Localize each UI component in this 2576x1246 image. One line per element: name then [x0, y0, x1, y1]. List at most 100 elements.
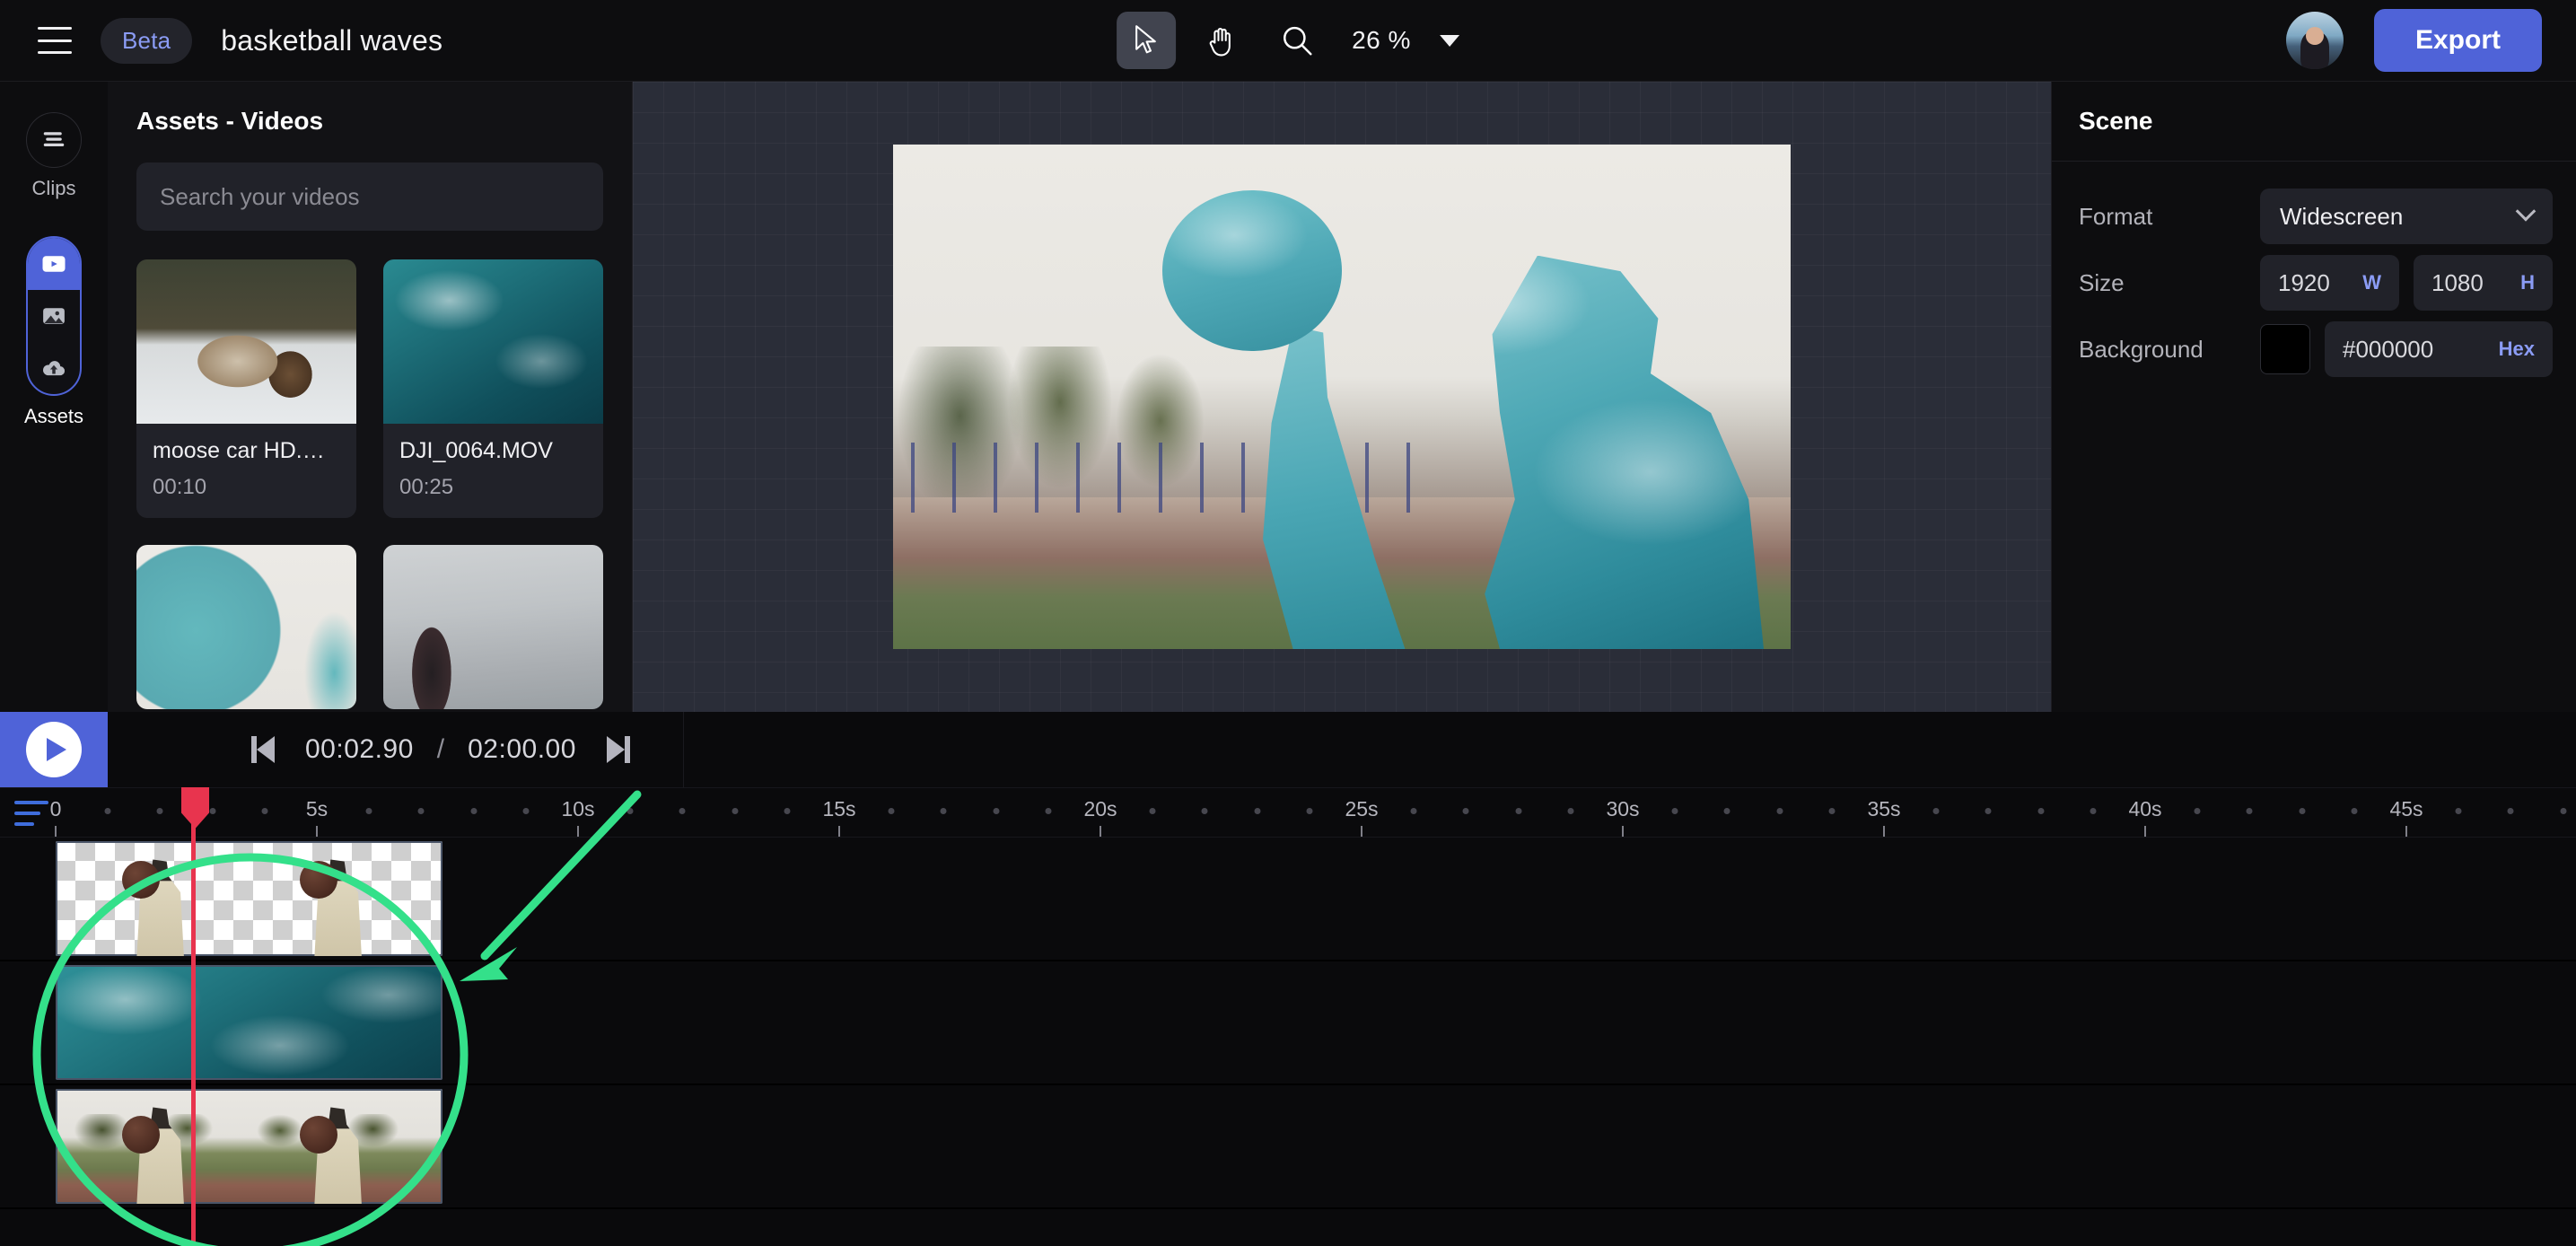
skip-forward-icon[interactable]: [600, 736, 630, 763]
assets-panel: Assets - Videos moose car HD.mp4 00:10 D…: [108, 82, 633, 712]
timeline-clip[interactable]: [56, 1089, 442, 1204]
total-time: 02:00.00: [468, 734, 576, 764]
table-row[interactable]: [0, 961, 2576, 1085]
ruler-tick-major: [838, 826, 840, 837]
asset-card[interactable]: DJI_0064.MOV 00:25: [383, 259, 603, 518]
video-icon: [42, 256, 66, 272]
ruler-tick-minor: [1254, 808, 1261, 814]
asset-card[interactable]: [383, 545, 603, 709]
preview-canvas[interactable]: [633, 82, 2051, 712]
image-icon: [43, 308, 65, 324]
table-row[interactable]: [0, 1085, 2576, 1209]
page-title[interactable]: basketball waves: [221, 24, 442, 57]
ruler-tick-minor: [2507, 808, 2514, 814]
size-label: Size: [2079, 268, 2125, 296]
asset-card[interactable]: [136, 545, 356, 709]
clips-icon: [43, 132, 65, 146]
upload-cloud-icon: [43, 361, 66, 376]
hand-tool-button[interactable]: [1192, 12, 1251, 69]
ruler-tick-minor: [1985, 808, 1992, 814]
clips-icon-circle: [26, 112, 82, 168]
ruler-tick-minor: [470, 808, 478, 814]
export-button[interactable]: Export: [2373, 9, 2542, 72]
asset-thumbnail: [136, 259, 356, 424]
ruler-tick-minor: [1045, 808, 1052, 814]
ruler-tick-minor: [209, 808, 216, 814]
ruler-tick-major: [2405, 826, 2407, 837]
format-value: Widescreen: [2280, 202, 2404, 230]
ruler-tick-major: [1361, 826, 1362, 837]
ruler-tick-minor: [2560, 808, 2567, 814]
ruler-tick-minor: [1149, 808, 1156, 814]
ruler-tick-label: 5s: [305, 797, 329, 820]
timeline-clip[interactable]: [56, 965, 442, 1080]
assets-tab-images[interactable]: [28, 290, 80, 342]
ruler-tick-minor: [1410, 808, 1417, 814]
format-select[interactable]: Widescreen: [2260, 189, 2553, 244]
beta-badge: Beta: [101, 17, 193, 64]
chevron-down-icon[interactable]: [1439, 34, 1459, 47]
asset-grid: moose car HD.mp4 00:10 DJI_0064.MOV 00:2…: [108, 231, 632, 709]
background-row: Background #000000 Hex: [2079, 321, 2553, 377]
select-tool-button[interactable]: [1117, 12, 1177, 69]
hand-icon: [1209, 28, 1231, 57]
play-button[interactable]: [0, 712, 108, 787]
ruler-tick-minor: [156, 808, 163, 814]
preview-water-ball: [1162, 189, 1342, 352]
ruler-tick-label: 10s: [561, 797, 595, 820]
hamburger-icon[interactable]: [38, 27, 72, 54]
ruler-tick-minor: [365, 808, 372, 814]
format-row: Format Widescreen: [2079, 189, 2553, 244]
avatar[interactable]: [2285, 12, 2344, 69]
ruler-tick-minor: [522, 808, 530, 814]
video-preview[interactable]: [893, 145, 1791, 649]
cursor-arrow-icon: [1135, 25, 1156, 54]
ruler-tick-minor: [2194, 808, 2201, 814]
ruler-tick-minor: [626, 808, 634, 814]
width-input[interactable]: 1920 W: [2260, 255, 2399, 311]
scene-properties: Format Widescreen Size 1920 W 1080 H Bac…: [2052, 162, 2576, 377]
ruler-tick-label: 25s: [1345, 797, 1379, 820]
ruler-tick-major: [1883, 826, 1885, 837]
skip-back-icon[interactable]: [251, 736, 282, 763]
search-input[interactable]: [136, 162, 603, 231]
assets-tab-videos[interactable]: [28, 238, 80, 290]
ruler-tick-label: 30s: [1606, 797, 1640, 820]
magnifier-icon: [1283, 26, 1312, 56]
ruler-tick-major: [1100, 826, 1101, 837]
ruler-tick-minor: [679, 808, 686, 814]
background-hex-unit: Hex: [2498, 338, 2535, 360]
ruler-tick-minor: [993, 808, 1000, 814]
timeline: 00:02.90 / 02:00.00 0 5s 10s 15s 20s 25s 30s 35…: [0, 712, 2576, 1246]
ruler-tick-major: [1622, 826, 1624, 837]
search-wrapper: [108, 136, 632, 231]
sidebar-item-label: Assets: [23, 405, 84, 427]
asset-card[interactable]: moose car HD.mp4 00:10: [136, 259, 356, 518]
assets-tab-upload[interactable]: [28, 342, 80, 394]
sidebar-item-clips[interactable]: Clips: [26, 112, 82, 200]
table-row[interactable]: [0, 838, 2576, 961]
background-hex-input[interactable]: #000000 Hex: [2325, 321, 2553, 377]
left-rail: Clips Assets: [0, 82, 108, 712]
sidebar-item-assets[interactable]: Assets: [24, 206, 83, 428]
timeline-ruler[interactable]: 05s10s15s20s25s30s35s40s45s50s: [0, 787, 2576, 838]
background-color-swatch[interactable]: [2260, 324, 2310, 374]
scene-panel-title: Scene: [2079, 107, 2153, 135]
play-icon: [26, 722, 82, 777]
scene-panel: Scene Format Widescreen Size 1920 W 1080…: [2051, 82, 2576, 712]
background-hex-value: #000000: [2343, 335, 2434, 363]
size-row: Size 1920 W 1080 H: [2079, 255, 2553, 311]
zoom-tool-button[interactable]: [1267, 12, 1327, 69]
ruler-tick-minor: [261, 808, 268, 814]
height-input[interactable]: 1080 H: [2414, 255, 2553, 311]
ruler-tick-minor: [104, 808, 111, 814]
ruler-tick-label: 35s: [1867, 797, 1901, 820]
ruler-tick-label: 20s: [1083, 797, 1117, 820]
timeline-options-icon[interactable]: [14, 801, 48, 826]
ruler-tick-minor: [2455, 808, 2462, 814]
timeline-clip[interactable]: [56, 841, 442, 956]
ruler-tick-minor: [2090, 808, 2097, 814]
ruler-tick-minor: [2037, 808, 2045, 814]
top-bar-right: Export: [2285, 9, 2542, 72]
sidebar-item-label: Clips: [31, 177, 76, 199]
